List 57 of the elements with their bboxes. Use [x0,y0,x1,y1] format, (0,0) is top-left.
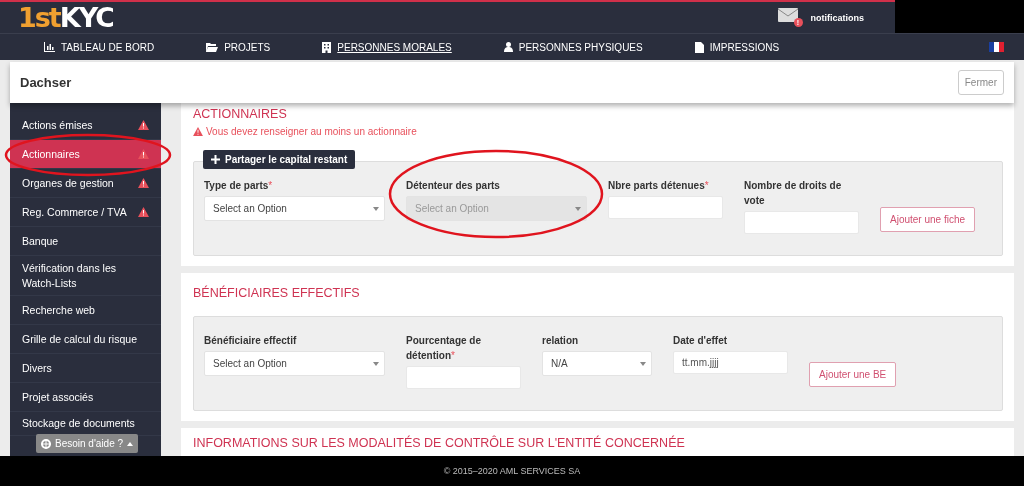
section-title: ACTIONNAIRES [193,106,288,121]
logo[interactable]: 1stKYC [18,2,114,33]
nav-link[interactable]: PERSONNES MORALES [322,41,452,53]
nav-link[interactable]: TABLEAU DE BORD [44,41,155,53]
warning-icon [138,149,149,159]
sidebar-item[interactable]: Divers [10,354,161,383]
input-field[interactable]: tt.mm.jjjj [673,351,788,374]
lifebuoy-icon [41,438,51,449]
field-label: Nombre de droits de vote [744,179,843,208]
field-label: Détenteur des parts [406,179,501,193]
notifications-link[interactable]: notifications [810,12,864,23]
folder-icon [206,42,219,52]
footer-text: © 2015–2020 AML SERVICES SA [0,456,1024,486]
select-field[interactable]: Select an Option [204,351,385,376]
nav-link[interactable]: IMPRESSIONS [694,41,780,53]
add-button[interactable]: Ajouter une fiche [880,206,976,232]
sidebar-item[interactable]: Projet associés [10,383,161,412]
chart-icon [44,42,55,52]
caret-icon [373,206,379,211]
field-label: Nbre parts détenues* [608,179,710,193]
share-capital-button[interactable]: Partager le capital restant [203,150,356,169]
nav-link[interactable]: PERSONNES PHYSIQUES [503,41,643,53]
sidebar-item[interactable]: Actionnaires [10,140,161,169]
caret-icon [575,206,581,211]
building-icon [322,41,332,53]
warning-icon [138,178,149,188]
warning-icon [138,120,149,130]
field-label: Pourcentage de détention* [406,334,483,363]
french-flag-icon[interactable] [989,42,1004,52]
section-title: BÉNÉFICIAIRES EFFECTIFS [193,284,361,302]
warning-icon [138,207,149,217]
help-button[interactable]: Besoin d'aide ? [36,434,139,453]
field-label: Type de parts* [204,179,274,193]
close-button[interactable]: Fermer [957,70,1004,95]
caret-icon [640,361,646,366]
sidebar-item[interactable]: Vérification dans les Watch-Lists [10,256,161,296]
warning-message: Vous devez renseigner au moins un actionnaire [206,126,417,137]
nav-link[interactable]: PROJETS [206,41,271,53]
caret-icon [127,441,134,446]
section-title: INFORMATIONS SUR LES MODALITÉS DE CONTRÔLE SUR L'ENTITÉ CONCERNÉE [193,434,686,450]
file-icon [694,41,704,53]
add-button[interactable]: Ajouter une BE [809,361,897,387]
select-field[interactable]: Select an Option [204,196,385,221]
sidebar-item[interactable]: Grille de calcul du risque [10,325,161,354]
select-field[interactable]: N/A [542,351,652,376]
sidebar-item[interactable]: Organes de gestion [10,169,161,198]
caret-icon [373,361,379,366]
sidebar-item[interactable]: Recherche web [10,296,161,325]
sidebar-item[interactable]: Banque [10,227,161,256]
warning-icon [193,127,203,136]
field-label: relation [542,334,580,348]
plus-icon [211,155,220,164]
field-label: Bénéficiaire effectif [204,334,298,348]
sidebar-item[interactable]: Reg. Commerce / TVA [10,198,161,227]
field-label: Date d'effet [673,334,729,348]
person-icon [503,42,513,52]
page-title: Dachser [20,75,72,90]
